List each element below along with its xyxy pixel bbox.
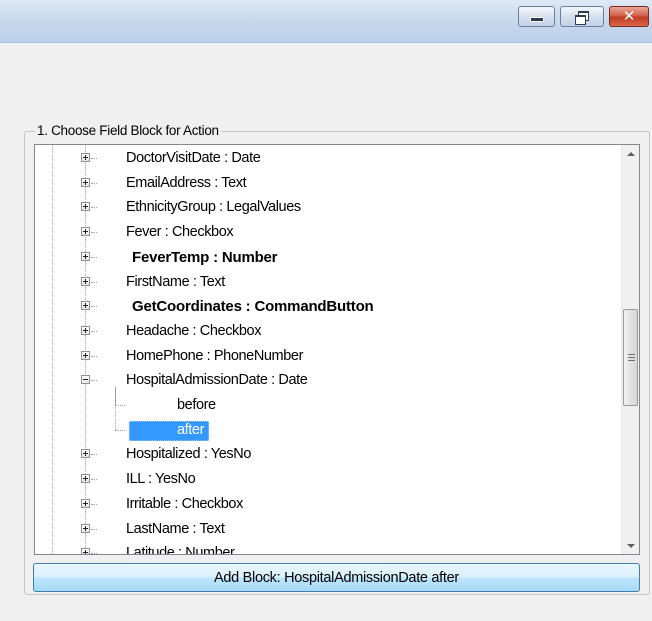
arrow-down-icon (626, 543, 635, 548)
tree-node-label: ILL : YesNo (126, 471, 196, 488)
tree-node[interactable]: EmailAddress : Text (35, 172, 605, 197)
tree-connector (91, 355, 97, 357)
tree-node-label: EthnicityGroup : LegalValues (126, 199, 301, 216)
tree-node[interactable]: LastName : Text (35, 518, 605, 543)
scroll-up-button[interactable] (622, 145, 639, 162)
groupbox-label: 1. Choose Field Block for Action (35, 123, 221, 138)
add-block-button[interactable]: Add Block: HospitalAdmissionDate after (33, 563, 640, 592)
close-icon: ✕ (622, 7, 636, 25)
expand-icon[interactable] (81, 276, 90, 286)
tree-connector (91, 454, 97, 456)
tree-node-label: Latitude : Number (126, 545, 235, 555)
tree-node-label: Fever : Checkbox (126, 224, 234, 241)
tree-node[interactable]: GetCoordinates : CommandButton (35, 295, 605, 320)
tree-connector (91, 479, 97, 481)
tree-node[interactable]: DoctorVisitDate : Date (35, 147, 605, 172)
scroll-down-button[interactable] (622, 537, 639, 554)
tree-node[interactable]: HospitalAdmissionDate : Date (35, 369, 605, 394)
close-button[interactable]: ✕ (609, 6, 649, 27)
tree-connector (115, 405, 125, 406)
tree-node[interactable]: Hospitalized : YesNo (35, 443, 605, 468)
tree-connector (91, 281, 97, 283)
vertical-scrollbar[interactable] (621, 145, 639, 554)
expand-icon[interactable] (81, 153, 90, 162)
tree-connector (91, 306, 97, 308)
tree-node-label: Irritable : Checkbox (126, 495, 243, 512)
tree-node-label: FeverTemp : Number (132, 248, 278, 266)
expand-icon[interactable] (81, 449, 90, 459)
grip-icon (628, 354, 635, 363)
expand-icon[interactable] (81, 350, 90, 360)
expand-icon[interactable] (81, 227, 90, 237)
tree-node[interactable]: EthnicityGroup : LegalValues (35, 196, 605, 221)
scrollbar-thumb[interactable] (623, 309, 638, 406)
tree-connector (91, 182, 97, 184)
tree-connector (91, 207, 97, 209)
tree-node-label: LastName : Text (126, 520, 225, 537)
tree-node[interactable]: Latitude : Number (35, 542, 605, 555)
tree-node-label: Hospitalized : YesNo (126, 446, 251, 463)
restore-icon (575, 11, 589, 25)
tree-child-label: before (177, 397, 216, 413)
collapse-icon[interactable] (81, 375, 90, 385)
tree-node[interactable]: FirstName : Text (35, 271, 605, 296)
tree-connector (91, 256, 97, 258)
tree-connector (91, 158, 97, 159)
tree-node-label: Headache : Checkbox (126, 322, 262, 339)
tree-node-label: FirstName : Text (126, 273, 225, 290)
expand-icon[interactable] (81, 202, 90, 212)
tree-node[interactable]: Irritable : Checkbox (35, 493, 605, 518)
tree-node[interactable]: ILL : YesNo (35, 468, 605, 493)
arrow-up-icon (626, 151, 635, 156)
expand-icon[interactable] (81, 474, 90, 484)
tree-node-label: HomePhone : PhoneNumber (126, 347, 303, 364)
tree-node[interactable]: FeverTemp : Number (35, 246, 605, 271)
expand-icon[interactable] (81, 325, 90, 335)
tree-connector (91, 232, 97, 234)
expand-icon[interactable] (81, 548, 90, 554)
expand-icon[interactable] (81, 251, 90, 261)
tree-node-label: GetCoordinates : CommandButton (132, 298, 374, 316)
tree-connector (115, 429, 125, 431)
tree-child-label: after (177, 421, 205, 438)
minimize-button[interactable] (518, 6, 555, 27)
tree-node[interactable]: Headache : Checkbox (35, 320, 605, 345)
tree-node[interactable]: Fever : Checkbox (35, 221, 605, 246)
minimize-icon (529, 17, 544, 22)
tree-child-node[interactable]: after (35, 419, 605, 444)
expand-icon[interactable] (81, 177, 90, 187)
restore-button[interactable] (560, 6, 604, 27)
window: ✕ 1. Choose Field Block for Action Docto… (0, 0, 652, 621)
tree-connector (91, 503, 97, 505)
tree-connector (91, 330, 97, 332)
expand-icon[interactable] (81, 301, 90, 311)
tree-node-label: EmailAddress : Text (126, 174, 247, 191)
field-block-tree[interactable]: DoctorVisitDate : Date EmailAddress : Tex… (34, 144, 640, 555)
expand-icon[interactable] (81, 523, 90, 533)
tree-node-label: HospitalAdmissionDate : Date (126, 372, 308, 389)
tree-node-label: DoctorVisitDate : Date (126, 150, 261, 166)
tree-node[interactable]: HomePhone : PhoneNumber (35, 345, 605, 370)
tree-child-node[interactable]: before (35, 394, 605, 419)
expand-icon[interactable] (81, 498, 90, 508)
title-bar[interactable]: ✕ (0, 0, 652, 43)
tree-connector (91, 380, 97, 382)
tree-connector (91, 528, 97, 530)
tree-connector (91, 553, 97, 554)
